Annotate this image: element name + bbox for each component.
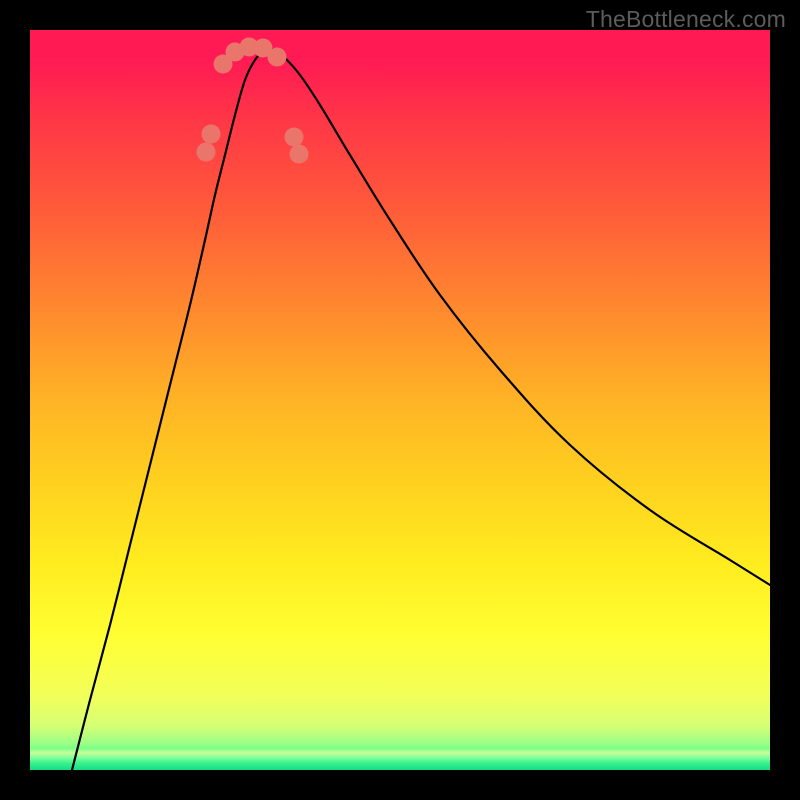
plot-area — [30, 30, 770, 770]
curve-marker — [268, 48, 287, 67]
chart-frame: TheBottleneck.com — [0, 0, 800, 800]
curve-marker — [285, 128, 304, 147]
chart-svg — [30, 30, 770, 770]
curve-markers — [197, 38, 309, 164]
curve-marker — [290, 145, 309, 164]
bottleneck-curve — [72, 49, 770, 770]
curve-marker — [197, 143, 216, 162]
curve-marker — [202, 125, 221, 144]
watermark-text: TheBottleneck.com — [586, 6, 786, 33]
